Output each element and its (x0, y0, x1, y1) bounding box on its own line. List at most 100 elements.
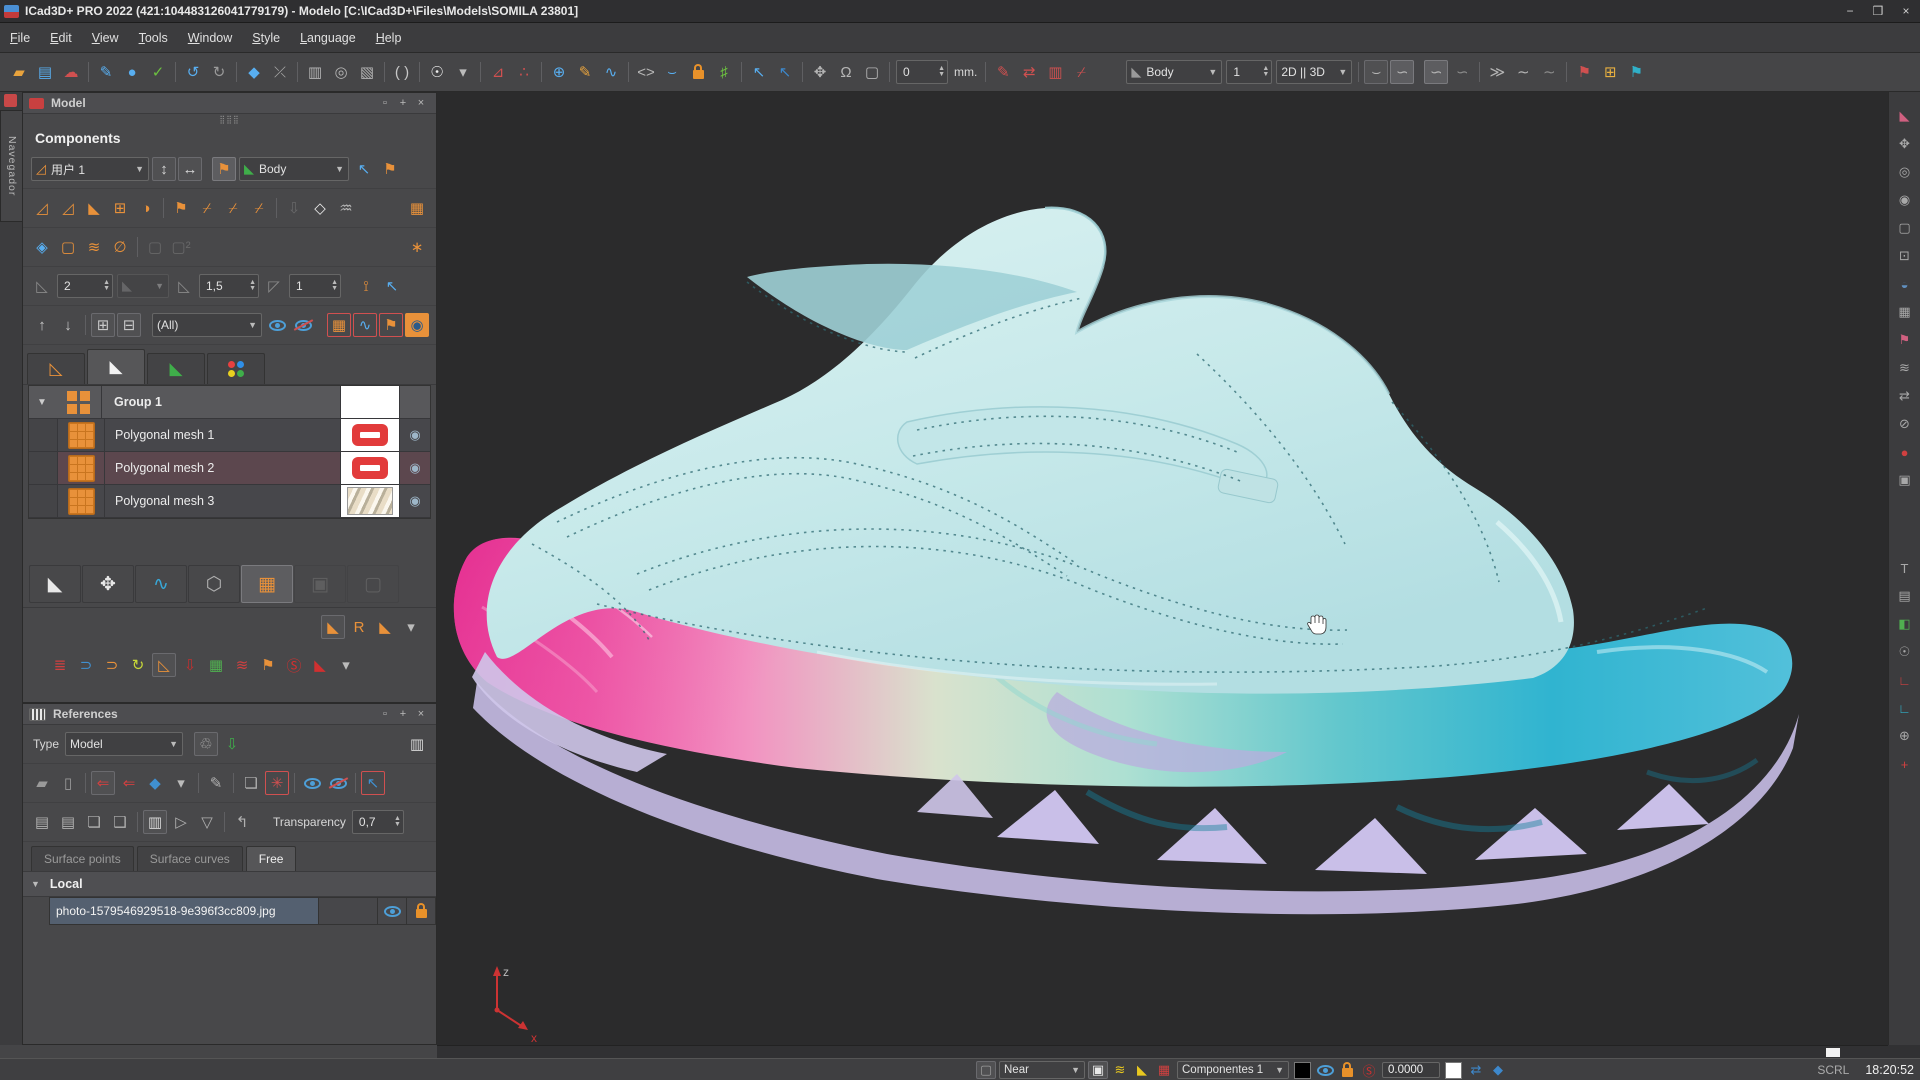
link-icon[interactable]: <> (634, 60, 658, 84)
box-red-icon[interactable]: ▦ (1154, 1061, 1174, 1079)
refs-pin-button[interactable]: + (394, 706, 412, 722)
shoe-a-icon[interactable]: ◣ (373, 615, 397, 639)
mode-square-button[interactable]: ▣ (294, 565, 346, 603)
tab-surface-points[interactable]: Surface points (31, 846, 134, 871)
panel-list-icon[interactable]: ▥ (405, 732, 429, 756)
close-button[interactable]: × (1892, 1, 1920, 21)
cursor-icon[interactable]: ↖ (747, 60, 771, 84)
add-flag-teal-icon[interactable]: ⚑ (1624, 60, 1648, 84)
lamp-status-icon[interactable]: ◆ (1488, 1061, 1508, 1079)
material-preview-button[interactable] (340, 452, 399, 484)
status-shoe-s-icon[interactable]: Ⓢ (1359, 1061, 1379, 1079)
cursor-bucket-icon[interactable]: ↖ (380, 274, 404, 298)
measure-probe-icon[interactable]: ◎ (329, 60, 353, 84)
last-view-4-icon[interactable]: ∽ (1450, 60, 1474, 84)
box-diamond-icon[interactable]: ◈ (30, 235, 54, 259)
right-tool-light[interactable]: ☉ (1894, 641, 1916, 663)
undo-icon[interactable]: ↺ (181, 60, 205, 84)
layers-yellow-icon[interactable]: ≋ (1110, 1061, 1130, 1079)
preview-eye-icon[interactable]: ◉ (405, 313, 429, 337)
viewport-3d[interactable]: z x (437, 92, 1888, 1045)
lasso-icon[interactable]: Ω (834, 60, 858, 84)
right-tool-layers[interactable]: ≋ (1894, 357, 1916, 379)
grid-right-icon[interactable]: ▦ (405, 196, 429, 220)
navigator-tab[interactable]: Navegador (0, 110, 24, 222)
right-tool-frame[interactable]: ▢ (1894, 217, 1916, 239)
status-check-box[interactable]: ▢ (976, 1061, 996, 1079)
tab-shoe-solid[interactable]: ◣ (87, 349, 145, 384)
param-2-spinner[interactable]: 1,5▲▼ (199, 274, 259, 298)
move-up-icon[interactable]: ↑ (30, 313, 54, 337)
tab-free[interactable]: Free (246, 846, 297, 871)
references-panel-titlebar[interactable]: References ▫+× (23, 704, 436, 725)
right-tool-target[interactable]: ⊕ (1894, 725, 1916, 747)
tree-row[interactable]: Polygonal mesh 1◉ (29, 419, 430, 452)
shoe-apply-icon[interactable]: ◣ (321, 615, 345, 639)
recycle-icon[interactable]: ♲ (194, 732, 218, 756)
tree-group-row[interactable]: ▼Group 1 (29, 386, 430, 419)
components-combo[interactable]: Componentes 1▼ (1177, 1061, 1289, 1079)
pie-add-icon[interactable]: ◑ (134, 196, 158, 220)
right-tool-ghost[interactable]: ▣ (1894, 469, 1916, 491)
model-restore-button[interactable]: ▫ (376, 95, 394, 111)
part-combo[interactable]: ◣Body▼ (239, 157, 349, 181)
right-tool-orbit[interactable]: ◎ (1894, 161, 1916, 183)
mode-shoe-list-button[interactable]: ◣ (29, 565, 81, 603)
last-view-2-icon[interactable]: ∽ (1390, 60, 1414, 84)
menu-item-file[interactable]: File (0, 24, 40, 52)
status-lock-icon[interactable] (1337, 1061, 1357, 1079)
slope-c-icon[interactable]: ◸ (262, 274, 286, 298)
cut-flag-add2-icon[interactable]: ⌿ (221, 196, 245, 220)
mode-cylinder-button[interactable]: ▢ (347, 565, 399, 603)
spinner-arrows-icon[interactable]: ▲▼ (249, 280, 256, 292)
menu-item-edit[interactable]: Edit (40, 24, 82, 52)
refs-close-button[interactable]: × (412, 706, 430, 722)
last-view-3-icon[interactable]: ∽ (1424, 60, 1448, 84)
right-tool-note[interactable]: ▤ (1894, 585, 1916, 607)
slope-a-icon[interactable]: ◺ (30, 274, 54, 298)
grab-reference-icon[interactable]: ❏ (239, 771, 263, 795)
barcode-icon[interactable]: ▥ (143, 810, 167, 834)
menu-item-window[interactable]: Window (178, 24, 242, 52)
transparency-spinner[interactable]: 0,7▲▼ (352, 810, 404, 834)
spinner-arrows-icon[interactable]: ▲▼ (938, 66, 945, 78)
grid-add-icon[interactable]: ⊞ (108, 196, 132, 220)
right-tool-zoom[interactable]: ◉ (1894, 189, 1916, 211)
tab-boot-green[interactable]: ◣ (147, 353, 205, 384)
collapse-all-icon[interactable]: ⊟ (117, 313, 141, 337)
rgb-shoes-icon[interactable]: ≋ (230, 653, 254, 677)
bend-icon[interactable]: ∿ (599, 60, 623, 84)
right-tool-flag[interactable]: ⚑ (1894, 329, 1916, 351)
menu-item-style[interactable]: Style (242, 24, 290, 52)
rotate-reference-icon[interactable]: ↰ (230, 810, 254, 834)
lamp-page-icon[interactable]: ◆ (143, 771, 167, 795)
break-icon[interactable]: ⤫ (268, 60, 292, 84)
show-all-icon[interactable] (265, 313, 289, 337)
arrow-orange-icon[interactable]: ⊃ (100, 653, 124, 677)
visibility-eye-button[interactable]: ◉ (399, 452, 430, 484)
null-icon[interactable]: ∅ (108, 235, 132, 259)
minimize-button[interactable]: − (1836, 1, 1864, 21)
reference-file-row[interactable]: photo-1579546929518-9e396f3cc809.jpg (49, 897, 436, 925)
import-reference-icon[interactable]: ⇩ (220, 732, 244, 756)
visibility-eye-button[interactable]: ◉ (399, 485, 430, 517)
new-component-icon[interactable]: ◿ (30, 196, 54, 220)
box-gray-icon[interactable]: ▢ (143, 235, 167, 259)
flag-filter-icon[interactable]: ⚑ (379, 313, 403, 337)
reference-one-icon[interactable]: ▯ (56, 771, 80, 795)
tab-color-dots[interactable] (207, 353, 265, 384)
user-combo[interactable]: ◿用户 1▼ (31, 157, 149, 181)
flag-page-icon[interactable]: ⚑ (256, 653, 280, 677)
globe-icon[interactable]: ⊕ (547, 60, 571, 84)
material-preview-button[interactable] (340, 419, 399, 451)
mesh-filter-icon[interactable]: ▦ (327, 313, 351, 337)
model-panel-titlebar[interactable]: Model ▫+× (23, 93, 436, 114)
reference-show-icon[interactable] (300, 771, 324, 795)
stacked-shoes-icon[interactable]: ≣ (48, 653, 72, 677)
save-icon[interactable]: ▤ (33, 60, 57, 84)
fit-horizontal-icon[interactable]: ↔ (178, 157, 202, 181)
heel-tool-icon[interactable]: ◺ (152, 653, 176, 677)
type-combo[interactable]: Model▼ (65, 732, 183, 756)
filter-combo[interactable]: (All)▼ (152, 313, 262, 337)
row-right-dropdown[interactable]: ▾ (399, 615, 423, 639)
